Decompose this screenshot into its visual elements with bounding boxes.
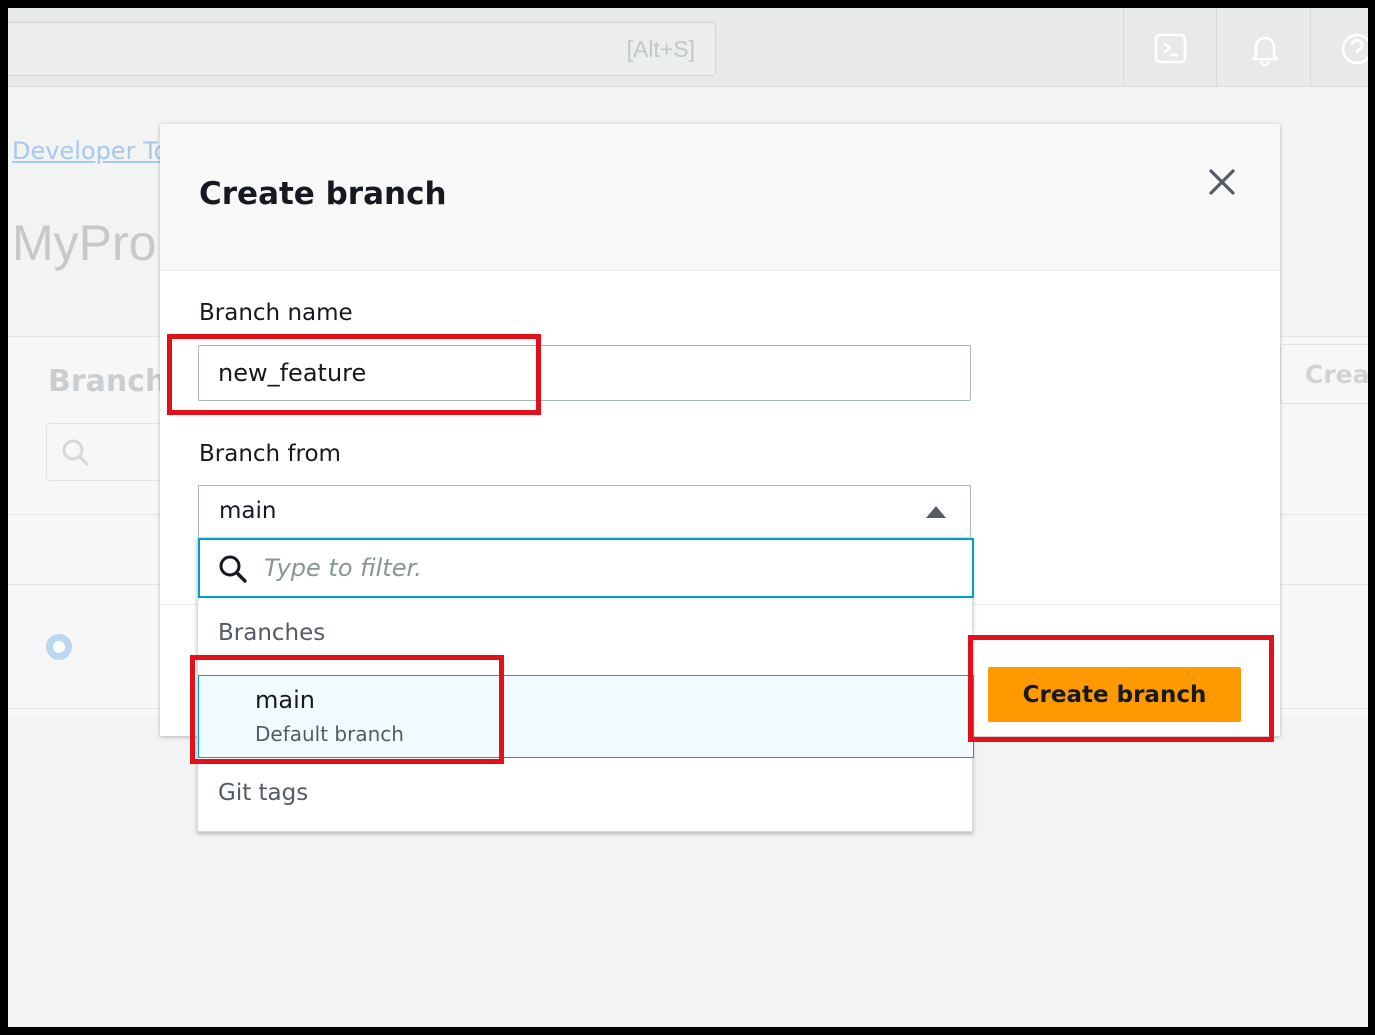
group-label-git-tags[interactable]: Git tags xyxy=(218,780,308,806)
divider xyxy=(1310,8,1311,87)
divider xyxy=(1123,8,1124,87)
search-icon xyxy=(219,555,247,583)
cloudshell-icon[interactable] xyxy=(1154,32,1188,66)
help-icon[interactable] xyxy=(1340,32,1368,66)
console-search-box[interactable]: [Alt+S] xyxy=(8,22,716,76)
search-icon xyxy=(62,439,90,467)
bg-create-branch-button[interactable]: Crea xyxy=(1280,344,1368,404)
close-icon[interactable] xyxy=(1204,164,1240,200)
dropdown-filter[interactable] xyxy=(198,538,974,598)
breadcrumb-link[interactable]: Developer To xyxy=(12,137,168,165)
branches-panel-title: Branch xyxy=(48,364,167,399)
annotation-box-branch-name xyxy=(167,334,541,415)
divider xyxy=(1216,8,1217,87)
branch-from-label: Branch from xyxy=(199,441,341,467)
annotation-box-main-option xyxy=(190,655,504,764)
caret-up-icon xyxy=(926,506,946,518)
modal-header: Create branch xyxy=(160,124,1280,271)
modal-title: Create branch xyxy=(199,176,447,212)
branch-name-label: Branch name xyxy=(199,300,353,326)
branch-row-radio[interactable] xyxy=(46,634,72,660)
dropdown-filter-input[interactable] xyxy=(264,548,944,588)
page-title: MyPro xyxy=(12,215,157,271)
branch-from-select[interactable]: main xyxy=(198,485,971,539)
annotation-box-create-button xyxy=(968,635,1274,742)
screenshot-frame: [Alt+S] Developer To MyPro Branch Crea C… xyxy=(8,8,1368,1027)
console-top-bar: [Alt+S] xyxy=(8,8,1368,87)
search-shortcut-hint: [Alt+S] xyxy=(626,36,695,62)
branch-from-selected-value: main xyxy=(219,498,277,524)
bell-icon[interactable] xyxy=(1248,32,1282,66)
group-label-branches: Branches xyxy=(218,620,326,646)
